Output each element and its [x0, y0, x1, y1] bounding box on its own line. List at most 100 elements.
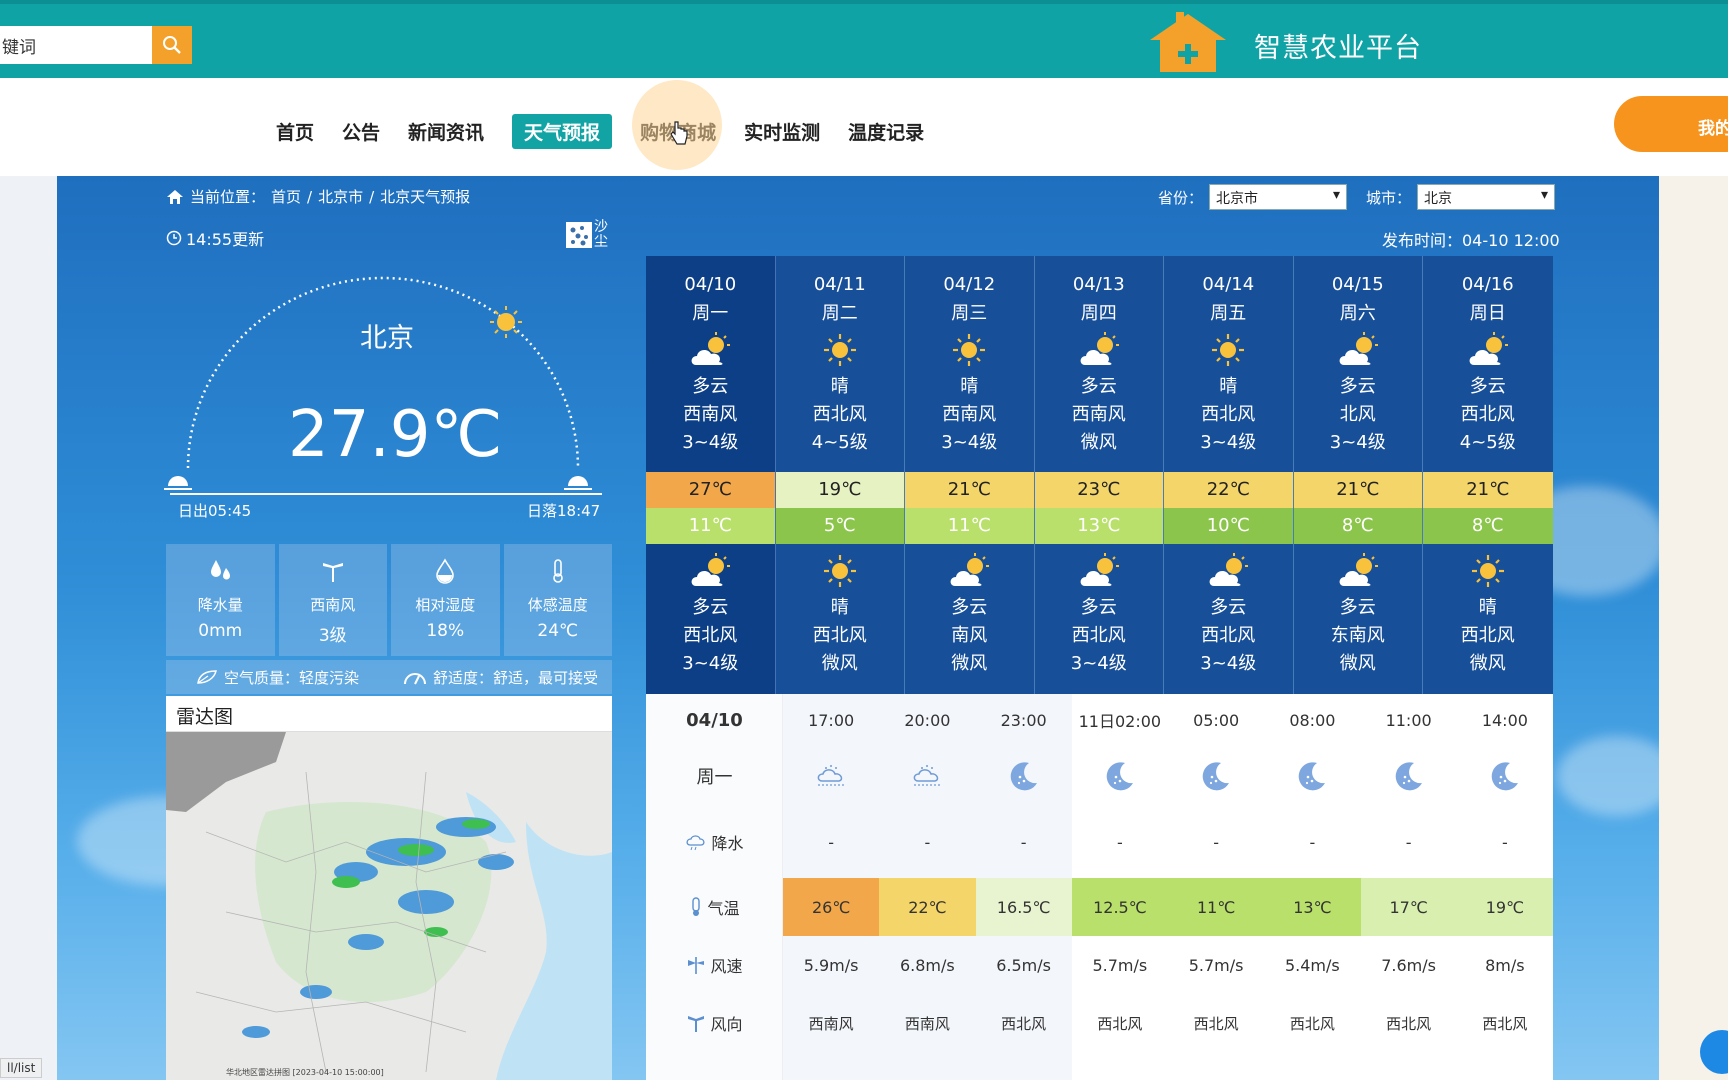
wind-turbine-icon — [688, 1016, 705, 1032]
hourly-icon-cell — [1264, 746, 1360, 806]
hourly-row-wind_speeds: 风速 5.9m/s 6.8m/s 6.5m/s 5.7m/s 5.7m/s 5.4m/s 7.… — [646, 936, 1553, 994]
city-select[interactable]: 北京 — [1417, 184, 1556, 210]
hourly-cell: 6.8m/s — [899, 955, 955, 975]
thermometer-icon — [552, 559, 563, 583]
forecast-day-1[interactable]: 04/11 周二晴西北风 4~5级 19℃ 5℃ 晴西北风 微风 — [775, 256, 905, 694]
hourly-row-label: 风速 — [646, 936, 783, 994]
city-select-group: 城市： 北京 — [1366, 184, 1556, 210]
province-select[interactable]: 北京市 — [1209, 184, 1348, 210]
hourly-cell: 12.5℃ — [1071, 878, 1168, 936]
forecast-day-4[interactable]: 04/14 周五晴西北风 3~4级 22℃ 10℃ 多云 西北风 3~4级 — [1164, 256, 1294, 694]
sand-dust-icon — [566, 222, 592, 248]
forecast-day-5[interactable]: 04/15 周六 多云 北风 3~4级 21℃ 8℃ 多云 东南风 微风 — [1293, 256, 1423, 694]
sand-warning-badge[interactable]: 沙尘 — [566, 220, 610, 250]
nav-item-6[interactable]: 温度记录 — [848, 114, 924, 149]
publish-time: 发布时间：04-10 12:00 — [1382, 231, 1560, 250]
sunset-time: 日落18:47 — [527, 502, 601, 520]
nav-item-3[interactable]: 天气预报 — [512, 114, 613, 149]
forecast-low-temp: 5℃ — [775, 508, 904, 544]
partly-cloudy-icon — [1080, 553, 1119, 586]
radar-panel: 雷达图 华北地区雷达拼图 [2023-04-10 15:00:00] — [166, 696, 612, 1080]
breadcrumb: 当前位置： 首页 / 北京市 / 北京天气预报 — [166, 186, 470, 207]
nav-item-5[interactable]: 实时监测 — [744, 114, 820, 149]
forecast-day-wind-dir: 西南风 — [683, 404, 738, 425]
sunny-icon — [1471, 555, 1504, 587]
breadcrumb-province[interactable]: 北京市 — [318, 186, 363, 207]
stat-label: 降水量 — [197, 596, 243, 614]
forecast-low-temp: 8℃ — [1423, 508, 1553, 544]
hourly-cell: 7.6m/s — [1381, 955, 1436, 975]
status-link: ll/list — [0, 1058, 43, 1078]
hourly-row-temps: 气温 26℃ 22℃ 16.5℃ 12.5℃ 11℃ 13℃ 17℃ 19℃ — [646, 878, 1553, 936]
update-time: 14:55更新 — [166, 226, 264, 250]
hourly-cell: 11:00 — [1385, 710, 1432, 730]
hourly-cell: - — [1020, 832, 1027, 852]
house-logo-icon — [1150, 12, 1226, 72]
forecast-low-temp: 13℃ — [1034, 508, 1163, 544]
user-center-button[interactable]: 我的 — [1614, 96, 1728, 152]
nav-item-0[interactable]: 首页 — [276, 114, 314, 149]
current-temperature: 27.9℃ — [288, 398, 503, 472]
breadcrumb-home[interactable]: 首页 — [271, 186, 301, 207]
hourly-cell: - — [1213, 832, 1220, 852]
site-title: 智慧农业平台 — [1254, 33, 1422, 64]
partly-cloudy-icon — [1339, 553, 1378, 586]
stat-value: 0mm — [198, 621, 243, 641]
left-margin — [0, 176, 57, 1080]
forecast-high-temp: 19℃ — [775, 472, 904, 508]
forecast-day-wind-dir: 西北风 — [1460, 404, 1515, 425]
hourly-row-wind_dirs: 风向 西南风 西南风 西北风 西北风 西北风 西北风 西北风 西北风 — [646, 994, 1553, 1052]
forecast-day-wind-dir: 西南风 — [942, 404, 997, 425]
radar-map[interactable]: 华北地区雷达拼图 [2023-04-10 15:00:00] — [166, 732, 612, 1080]
top-bar: 智慧农业平台 — [0, 0, 1728, 78]
forecast-high-temp: 21℃ — [1423, 472, 1553, 508]
search-icon — [163, 36, 181, 54]
stat-value: 24℃ — [537, 621, 579, 641]
hourly-cell: 5.7m/s — [1188, 955, 1244, 975]
forecast-day-0[interactable]: 04/10 周一 多云 西南风 3~4级 27℃ 11℃ 多云 西北风 3~4级 — [646, 256, 776, 708]
nav-item-1[interactable]: 公告 — [342, 114, 380, 149]
forecast-weekday: 周日 — [1469, 303, 1506, 324]
haze-icon — [817, 765, 845, 786]
sand-label: 沙尘 — [594, 219, 608, 250]
hourly-cell: - — [828, 832, 835, 852]
moon-icon — [1106, 762, 1133, 791]
forecast-day-3[interactable]: 04/13 周四 多云 西南风 微风 23℃ 13℃ 多云 西北风 3~4级 — [1034, 256, 1164, 694]
hourly-icon-cell — [879, 746, 975, 806]
hourly-icon-cell — [1361, 746, 1457, 806]
forecast-date: 04/16 — [1461, 274, 1514, 295]
city-name: 北京 — [360, 323, 414, 354]
stat-0: 降水量 0mm — [166, 544, 275, 656]
search-input[interactable] — [0, 26, 152, 64]
rain-drops-icon — [211, 560, 231, 580]
stat-1: 西南风 3级 — [278, 544, 387, 656]
hourly-weekday: 周一 — [696, 767, 733, 788]
forecast-day-wind-level: 4~5级 — [1459, 432, 1516, 453]
nav-item-2[interactable]: 新闻资讯 — [408, 114, 484, 149]
forecast-day-6[interactable]: 04/16 周日 多云 西北风 4~5级 21℃ 8℃ 晴西北风 微风 — [1423, 256, 1553, 694]
forecast-day-2[interactable]: 04/12 周三晴西南风 3~4级 21℃ 11℃ 多云 南风 微风 — [905, 256, 1035, 694]
hourly-date: 04/10 — [686, 709, 743, 731]
hourly-row-label: 04/10 — [646, 694, 783, 746]
hourly-cell: 17℃ — [1360, 878, 1457, 936]
forecast-night-wind-dir: 南风 — [951, 625, 988, 646]
stat-value: 18% — [426, 621, 465, 641]
forecast-day-weather: 多云 — [1339, 376, 1376, 397]
clock-icon — [166, 230, 182, 246]
hourly-cell: 08:00 — [1289, 710, 1336, 730]
search-button[interactable] — [152, 26, 192, 64]
hourly-cell: - — [1405, 832, 1412, 852]
forecast-night-wind-level: 3~4级 — [682, 653, 739, 674]
hourly-cell: 西南风 — [904, 1014, 950, 1033]
hourly-row-label: 降水 — [646, 806, 783, 878]
forecast-date: 04/15 — [1331, 274, 1384, 295]
hourly-cell: 11日02:00 — [1078, 712, 1162, 731]
forecast-low-temp: 11℃ — [905, 508, 1034, 544]
forecast-day-wind-level: 3~4级 — [1329, 432, 1386, 453]
moon-icon — [1202, 762, 1230, 791]
hourly-row-icons: 周一 — [646, 746, 1553, 806]
hand-cursor-icon — [670, 121, 688, 145]
hourly-cell: 23:00 — [1000, 710, 1047, 730]
breadcrumb-prefix: 当前位置： — [190, 188, 266, 206]
forecast-day-wind-dir: 西北风 — [812, 404, 867, 425]
